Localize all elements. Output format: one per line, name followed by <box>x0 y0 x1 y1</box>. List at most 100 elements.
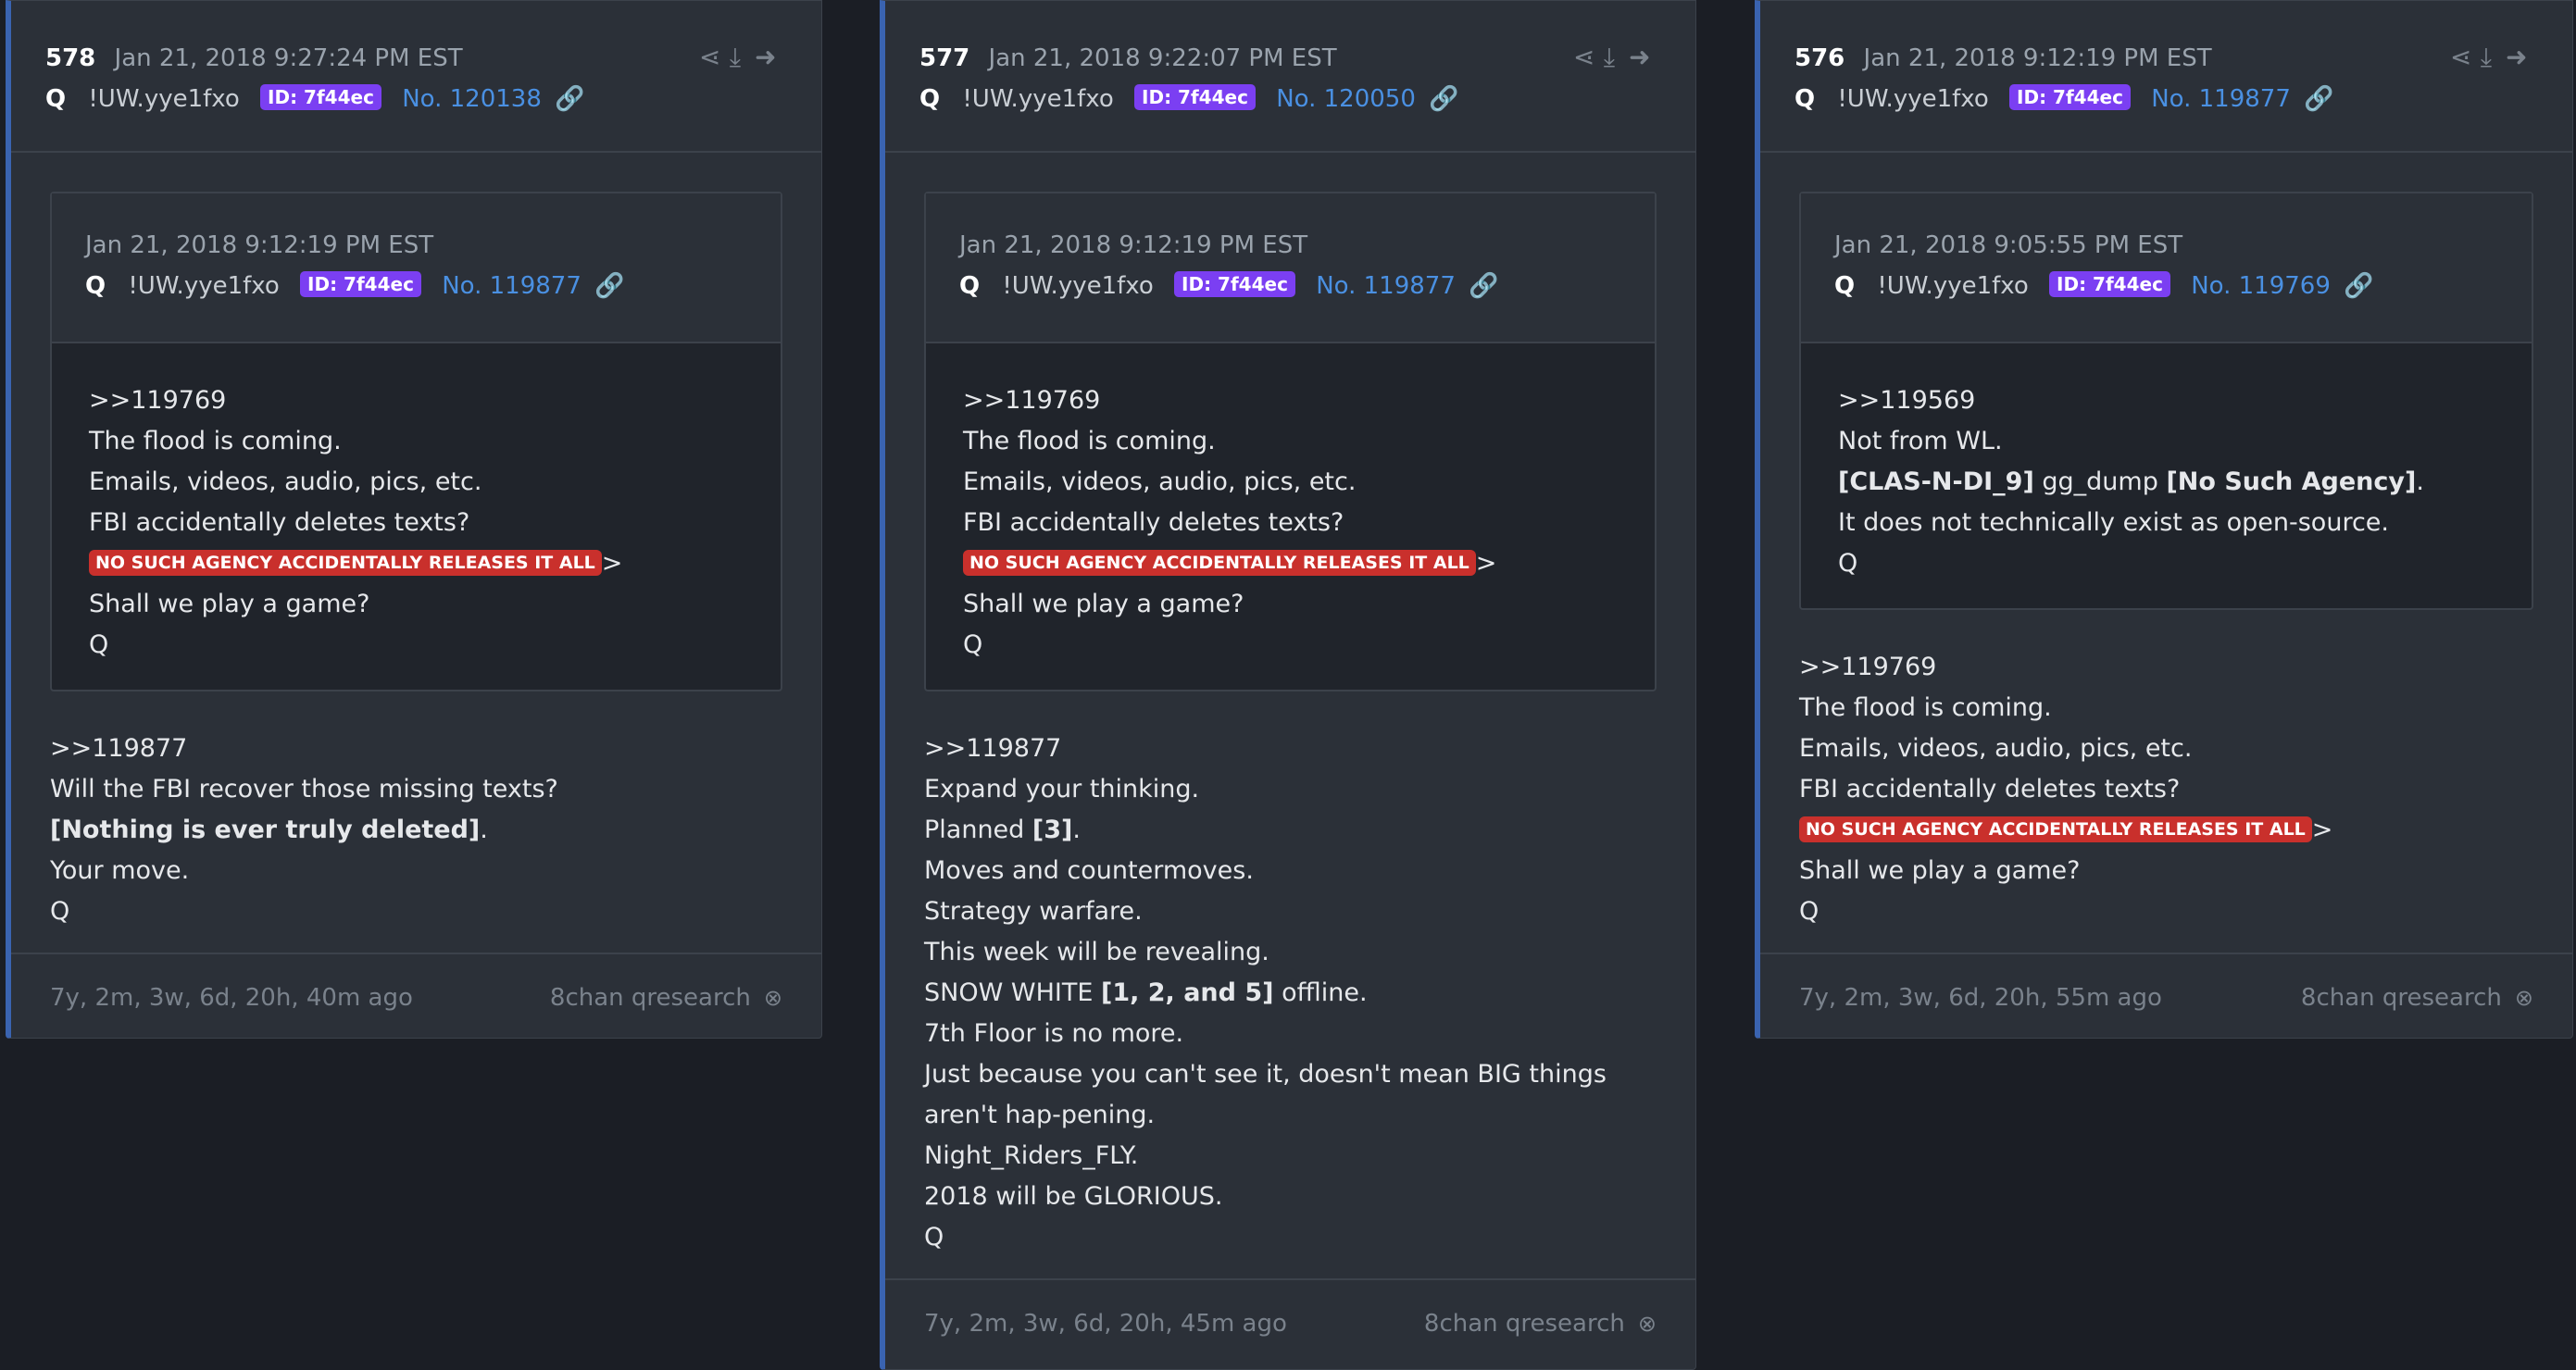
post-card: 576 Jan 21, 2018 9:12:19 PM EST Q !UW.yy… <box>1755 0 2573 1039</box>
text-line: Your move. <box>50 856 190 885</box>
share-icon[interactable]: ⋖ <box>1573 42 1601 72</box>
signature: Q <box>89 630 109 659</box>
post-body: Jan 21, 2018 9:12:19 PM EST Q !UW.yye1fx… <box>11 153 821 932</box>
link-icon[interactable]: 🔗 <box>1429 85 1458 113</box>
signature: Q <box>924 1223 944 1252</box>
close-icon[interactable]: ⊗ <box>764 985 782 1011</box>
bold-text: [1, 2, and 5] <box>1100 978 1274 1007</box>
arrow-right-icon[interactable]: ➜ <box>2506 42 2533 72</box>
author-name: Q <box>919 85 941 113</box>
close-icon[interactable]: ⊗ <box>1638 1311 1657 1337</box>
post-footer: 7y, 2m, 3w, 6d, 20h, 55m ago 8chan qrese… <box>1760 953 2572 1040</box>
post-age: 7y, 2m, 3w, 6d, 20h, 55m ago <box>1799 984 2162 1012</box>
share-icon[interactable]: ⋖ <box>2450 42 2478 72</box>
quoted-post-text: >>119769 The flood is coming. Emails, vi… <box>52 343 781 690</box>
reply-link[interactable]: >>119769 <box>963 380 1618 421</box>
text-fragment: SNOW WHITE <box>924 978 1094 1007</box>
post-number: 578 <box>45 44 96 72</box>
text-line: Shall we play a game? <box>963 590 1244 618</box>
reply-link[interactable]: >>119877 <box>50 729 782 769</box>
text-line: Emails, videos, audio, pics, etc. <box>1799 734 2193 763</box>
reply-link[interactable]: >>119769 <box>1799 647 2533 688</box>
quoted-post-date: Jan 21, 2018 9:05:55 PM EST <box>1834 231 2183 259</box>
post-card: 577 Jan 21, 2018 9:22:07 PM EST Q !UW.yy… <box>880 0 1696 1370</box>
text-line: This week will be revealing. <box>924 938 1269 966</box>
post-footer: 7y, 2m, 3w, 6d, 20h, 45m ago 8chan qrese… <box>885 1278 1695 1365</box>
link-icon[interactable]: 🔗 <box>1469 272 1498 300</box>
post-number-link[interactable]: No. 119877 <box>2151 85 2291 113</box>
author-name: Q <box>959 272 981 300</box>
post-number: 577 <box>919 44 970 72</box>
text-line: Moves and countermoves. <box>924 856 1254 885</box>
post-text: >>119877 Will the FBI recover those miss… <box>50 729 782 932</box>
author-name: Q <box>1794 85 1816 113</box>
tripcode: !UW.yye1fxo <box>128 272 280 300</box>
arrow-right-icon[interactable]: ➜ <box>755 42 782 72</box>
post-card: 578 Jan 21, 2018 9:27:24 PM EST Q !UW.yy… <box>6 0 822 1039</box>
post-number-link[interactable]: No. 120138 <box>402 85 542 113</box>
post-date: Jan 21, 2018 9:27:24 PM EST <box>114 44 463 72</box>
text-line: It does not technically exist as open-so… <box>1838 508 2389 537</box>
bold-text: [Nothing is ever truly deleted] <box>50 816 481 844</box>
text-line: 2018 will be GLORIOUS. <box>924 1182 1223 1211</box>
post-header: 576 Jan 21, 2018 9:12:19 PM EST Q !UW.yy… <box>1760 1 2572 153</box>
link-icon[interactable]: 🔗 <box>594 272 624 300</box>
post-age: 7y, 2m, 3w, 6d, 20h, 40m ago <box>50 984 413 1012</box>
link-icon[interactable]: 🔗 <box>2304 85 2333 113</box>
red-highlight-badge: NO SUCH AGENCY ACCIDENTALLY RELEASES IT … <box>963 550 1476 576</box>
share-icon[interactable]: ⋖ <box>699 42 727 72</box>
download-icon[interactable]: ⤓ <box>2478 42 2506 73</box>
post-number-link[interactable]: No. 119769 <box>2191 272 2331 300</box>
text-line: Not from WL. <box>1838 427 2003 455</box>
arrow-right-icon[interactable]: ➜ <box>1629 42 1657 72</box>
post-number-link[interactable]: No. 120050 <box>1276 85 1416 113</box>
link-icon[interactable]: 🔗 <box>2344 272 2373 300</box>
download-icon[interactable]: ⤓ <box>727 42 755 73</box>
link-icon[interactable]: 🔗 <box>555 85 584 113</box>
quoted-post-header: Jan 21, 2018 9:12:19 PM EST Q !UW.yye1fx… <box>926 193 1655 343</box>
post-text: >>119769 The flood is coming. Emails, vi… <box>1799 647 2533 932</box>
author-name: Q <box>45 85 67 113</box>
reply-link[interactable]: >>119769 <box>89 380 744 421</box>
post-number-link[interactable]: No. 119877 <box>442 272 581 300</box>
id-badge: ID: 7f44ec <box>300 271 421 297</box>
post-body: Jan 21, 2018 9:05:55 PM EST Q !UW.yye1fx… <box>1760 153 2572 932</box>
post-footer: 7y, 2m, 3w, 6d, 20h, 40m ago 8chan qrese… <box>11 953 821 1040</box>
text-line: Emails, videos, audio, pics, etc. <box>89 467 482 496</box>
post-body: Jan 21, 2018 9:12:19 PM EST Q !UW.yye1fx… <box>885 153 1695 1258</box>
text-line: Strategy warfare. <box>924 897 1143 926</box>
id-badge: ID: 7f44ec <box>260 84 381 110</box>
quoted-post-text: >>119569 Not from WL. [CLAS-N-DI_9] gg_d… <box>1801 343 2532 608</box>
reply-link[interactable]: >>119569 <box>1838 380 2495 421</box>
quoted-post: Jan 21, 2018 9:05:55 PM EST Q !UW.yye1fx… <box>1799 192 2533 610</box>
signature: Q <box>963 630 983 659</box>
id-badge: ID: 7f44ec <box>2009 84 2131 110</box>
source-label: 8chan qresearch <box>2300 984 2502 1012</box>
text-fragment: offline. <box>1282 978 1368 1007</box>
post-header: 578 Jan 21, 2018 9:27:24 PM EST Q !UW.yy… <box>11 1 821 153</box>
post-date: Jan 21, 2018 9:12:19 PM EST <box>1863 44 2212 72</box>
text-fragment: gg_dump <box>2042 467 2158 496</box>
quoted-post-header: Jan 21, 2018 9:12:19 PM EST Q !UW.yye1fx… <box>52 193 781 343</box>
source-label: 8chan qresearch <box>1423 1310 1625 1338</box>
download-icon[interactable]: ⤓ <box>1601 42 1629 73</box>
id-badge: ID: 7f44ec <box>1134 84 1256 110</box>
quoted-post-text: >>119769 The flood is coming. Emails, vi… <box>926 343 1655 690</box>
text-line: Expand your thinking. <box>924 775 1200 803</box>
id-badge: ID: 7f44ec <box>2049 271 2170 297</box>
bold-text: [CLAS-N-DI_9] <box>1838 467 2034 496</box>
text-line: FBI accidentally deletes texts? <box>89 508 470 537</box>
reply-link[interactable]: >>119877 <box>924 729 1657 769</box>
quoted-post: Jan 21, 2018 9:12:19 PM EST Q !UW.yye1fx… <box>50 192 782 691</box>
bold-text: [3] <box>1032 816 1073 844</box>
quoted-post-header: Jan 21, 2018 9:05:55 PM EST Q !UW.yye1fx… <box>1801 193 2532 343</box>
post-text: >>119877 Expand your thinking. Planned [… <box>924 729 1657 1258</box>
post-date: Jan 21, 2018 9:22:07 PM EST <box>988 44 1337 72</box>
tripcode: !UW.yye1fxo <box>962 85 1114 113</box>
close-icon[interactable]: ⊗ <box>2515 985 2533 1011</box>
text-line: FBI accidentally deletes texts? <box>963 508 1344 537</box>
post-number-link[interactable]: No. 119877 <box>1316 272 1456 300</box>
post-number: 576 <box>1794 44 1845 72</box>
text-line: Emails, videos, audio, pics, etc. <box>963 467 1357 496</box>
text-line: 7th Floor is no more. <box>924 1019 1184 1048</box>
